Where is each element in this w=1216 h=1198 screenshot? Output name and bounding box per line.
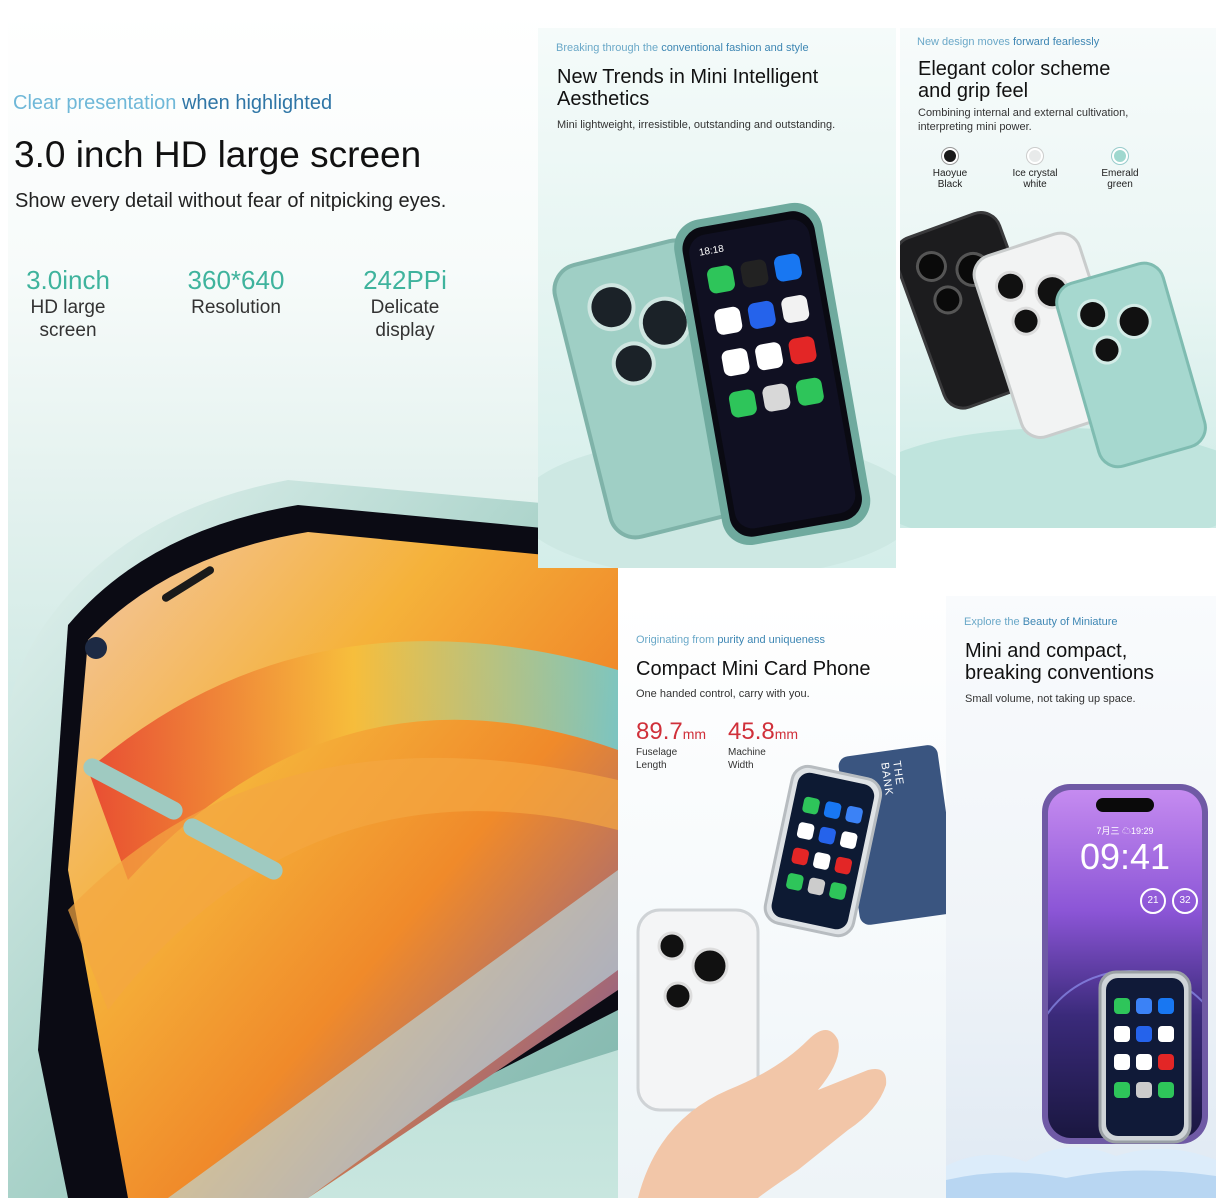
eyebrow-highlight: Beauty of Miniature: [1022, 616, 1118, 628]
widget-ring: 32: [1172, 888, 1198, 914]
front-camera: [85, 637, 107, 659]
swatch-label: Ice crystal: [1012, 168, 1058, 179]
stat-ppi: 242PPi Delicate display: [348, 265, 462, 342]
desc-line: Combining internal and external cultivat…: [918, 107, 1129, 119]
swatch-dot: [1112, 148, 1128, 164]
eyebrow-highlight: forward fearlessly: [1013, 36, 1100, 48]
color-phones-illustration: [900, 211, 1216, 528]
phone-closeup-illustration: [8, 480, 618, 1198]
phone-back-white: [636, 908, 760, 1112]
swatch-label: white: [1023, 179, 1047, 190]
title-line: Mini and compact,: [965, 640, 1128, 662]
desc-line: interpreting mini power.: [918, 121, 1032, 133]
eyebrow-highlight: conventional fashion and style: [661, 42, 809, 54]
eyebrow-text: Clear presentation: [13, 92, 182, 114]
swatch-white: Ice crystal white: [1002, 148, 1068, 190]
title-line: Elegant color scheme: [918, 58, 1111, 80]
compact-card-panel: Originating from purity and uniqueness C…: [618, 600, 946, 1198]
title-line: and grip feel: [918, 80, 1029, 102]
swatch-label: Emerald: [1101, 168, 1139, 179]
swatch-black: Haoyue Black: [922, 148, 978, 190]
card-phone-illustration: [636, 745, 946, 1198]
trends-description: Mini lightweight, irresistible, outstand…: [557, 119, 836, 131]
eyebrow-text: Originating from: [636, 634, 718, 646]
stat-value: 242PPi: [363, 265, 447, 295]
eyebrow-text: Breaking through the: [556, 42, 662, 54]
color-eyebrow: New design moves forward fearlessly: [917, 36, 1099, 48]
eyebrow-text: New design moves: [917, 36, 1013, 48]
snow-base: [946, 1147, 1216, 1198]
eyebrow-highlight: purity and uniqueness: [717, 634, 825, 646]
main-title: 3.0 inch HD large screen: [14, 134, 422, 175]
compact-title: Compact Mini Card Phone: [636, 658, 871, 680]
stat-label: display: [375, 320, 435, 341]
dynamic-island: [1096, 798, 1154, 812]
stat-screen-size: 3.0inch HD large screen: [8, 265, 128, 342]
lock-time: 09:41: [1079, 836, 1171, 877]
color-description: Combining internal and external cultivat…: [918, 106, 1128, 134]
color-title: Elegant color scheme and grip feel: [918, 58, 1110, 102]
mini-eyebrow: Explore the Beauty of Miniature: [964, 616, 1117, 628]
screen-feature-panel: Clear presentation when highlighted 3.0 …: [8, 10, 618, 1198]
stat-resolution: 360*640 Resolution: [168, 265, 304, 319]
color-scheme-panel: New design moves forward fearlessly Eleg…: [900, 28, 1216, 528]
mini-title: Mini and compact, breaking conventions: [965, 640, 1154, 684]
small-phone-illustration: [1098, 970, 1192, 1144]
swatch-label: Haoyue: [932, 168, 968, 179]
swatch-label: green: [1107, 179, 1133, 190]
title-line: New Trends in Mini Intelligent: [557, 66, 819, 88]
stat-label: screen: [39, 320, 97, 341]
eyebrow-text: Explore the: [964, 616, 1023, 628]
stat-value: 360*640: [187, 265, 285, 295]
swatch-label: Black: [937, 179, 963, 190]
stat-value: 3.0inch: [26, 265, 110, 295]
stat-label: Resolution: [191, 297, 281, 318]
main-subtitle: Show every detail without fear of nitpic…: [15, 190, 447, 212]
title-line: breaking conventions: [965, 662, 1155, 684]
mini-description: Small volume, not taking up space.: [965, 693, 1136, 705]
stat-label: HD large: [30, 297, 106, 318]
trends-eyebrow: Breaking through the conventional fashio…: [556, 42, 809, 54]
eyebrow-highlight: when highlighted: [181, 92, 333, 114]
trends-title: New Trends in Mini Intelligent Aesthetic…: [557, 66, 818, 110]
main-eyebrow: Clear presentation when highlighted: [13, 92, 332, 115]
mini-compact-panel: Explore the Beauty of Miniature Mini and…: [946, 596, 1216, 1198]
trends-panel: Breaking through the conventional fashio…: [538, 28, 896, 568]
widget-ring: 21: [1140, 888, 1166, 914]
compact-eyebrow: Originating from purity and uniqueness: [636, 634, 825, 646]
stat-label: Delicate: [370, 297, 440, 318]
phone-pair-illustration: 18:18: [538, 202, 896, 568]
swatch-dot: [942, 148, 958, 164]
swatch-dot: [1027, 148, 1043, 164]
title-line: Aesthetics: [557, 88, 650, 110]
swatch-green: Emerald green: [1092, 148, 1148, 190]
compact-description: One handed control, carry with you.: [636, 688, 810, 700]
